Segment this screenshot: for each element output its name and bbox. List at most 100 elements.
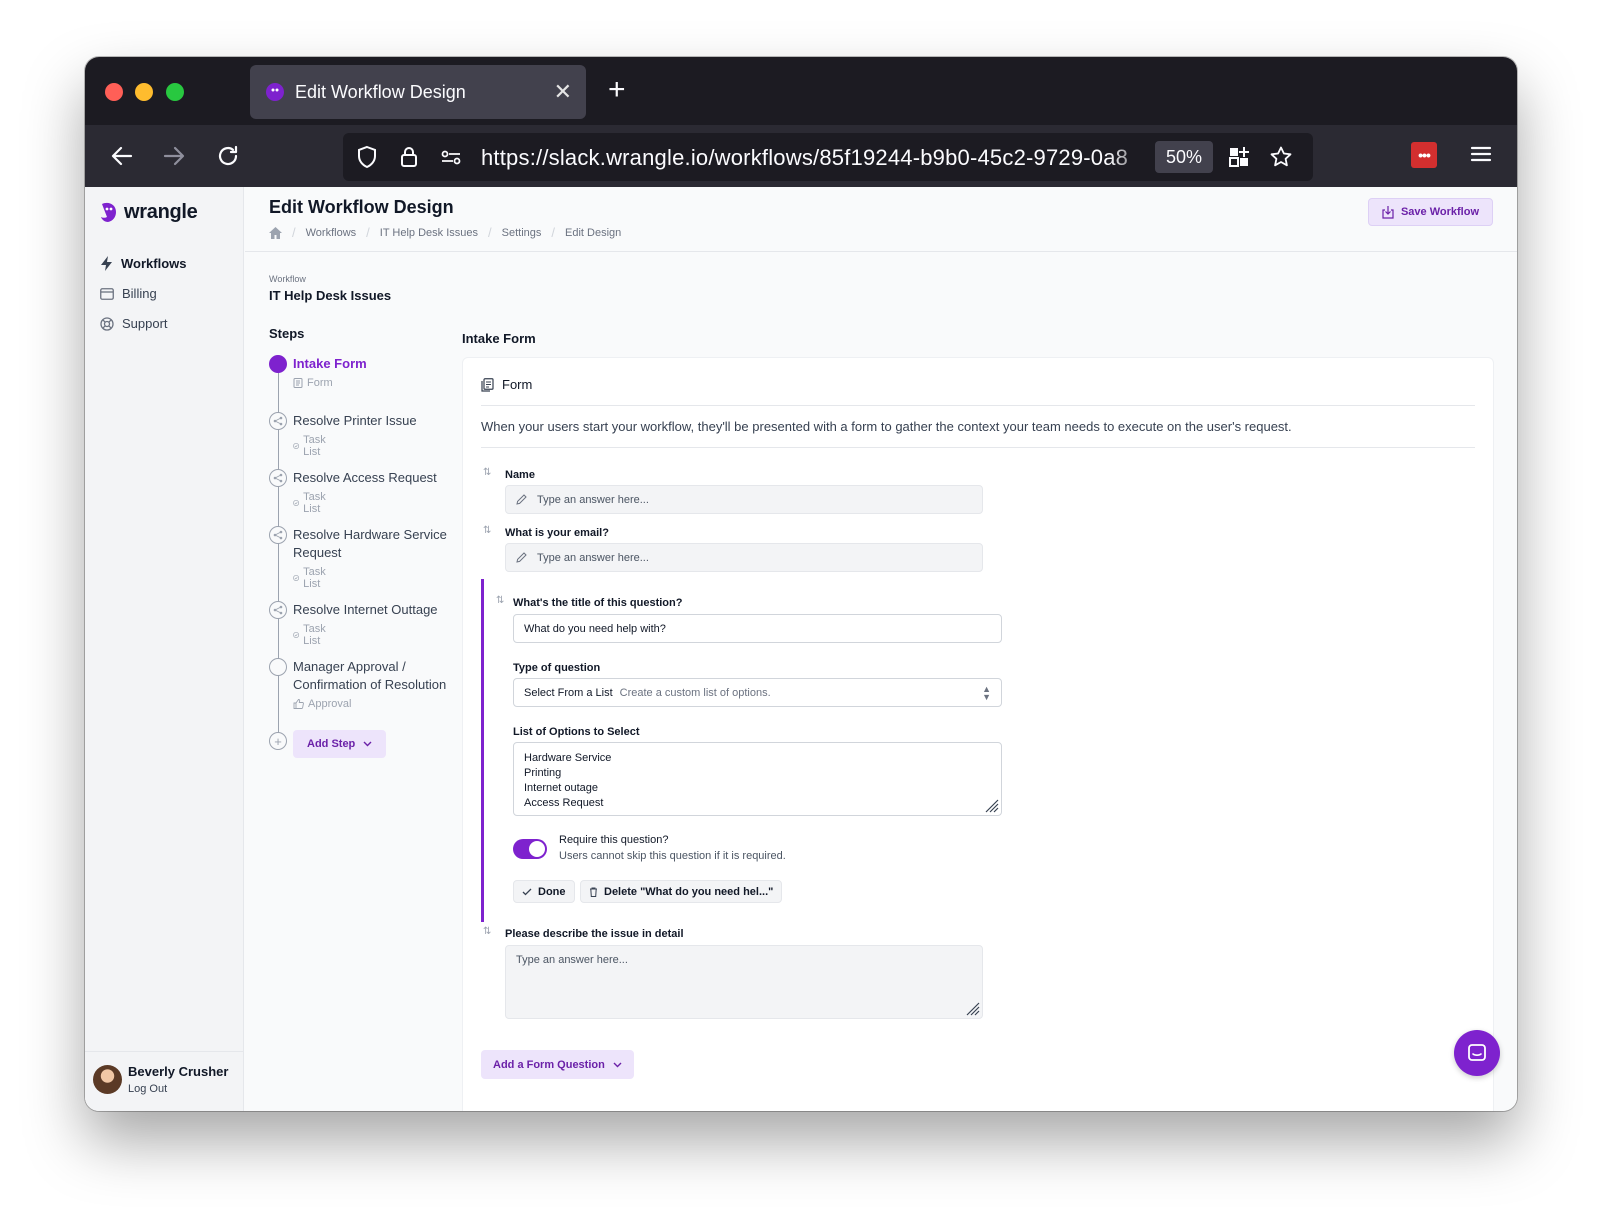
page-title: Edit Workflow Design [269, 197, 454, 217]
forward-icon[interactable] [157, 139, 191, 173]
pencil-icon [516, 552, 527, 563]
breadcrumb-workflows[interactable]: Workflows [306, 227, 357, 239]
share-icon [269, 601, 287, 619]
breadcrumb-edit-design[interactable]: Edit Design [565, 227, 621, 239]
trash-icon [590, 887, 597, 897]
app-content: wrangle Workflows Billing Support Beverl… [85, 187, 1517, 1111]
close-tab-icon[interactable]: ✕ [554, 81, 572, 103]
bookmark-star-icon[interactable] [1269, 145, 1293, 169]
address-bar[interactable]: https://slack.wrangle.io/workflows/85f19… [343, 133, 1313, 181]
require-hint: Users cannot skip this question if it is… [559, 850, 786, 862]
step-active-indicator [269, 355, 287, 373]
step-type: Form [293, 377, 333, 389]
chevron-down-icon [363, 741, 372, 747]
new-tab-icon[interactable]: + [608, 75, 626, 105]
resize-handle-icon[interactable] [964, 1000, 980, 1016]
sidebar-item-label: Billing [122, 286, 157, 301]
step-indicator [269, 658, 287, 676]
add-form-question-button[interactable]: Add a Form Question [481, 1050, 634, 1079]
form-description: When your users start your workflow, the… [481, 419, 1292, 434]
sidebar: wrangle Workflows Billing Support Beverl… [85, 187, 244, 1111]
form-card: Form When your users start your workflow… [462, 357, 1494, 1111]
sidebar-item-billing[interactable]: Billing [100, 286, 157, 301]
chat-support-button[interactable] [1454, 1030, 1500, 1076]
drag-handle-icon[interactable]: ⇅ [496, 595, 504, 606]
question-type-value: Select From a List [524, 686, 613, 699]
chat-icon [1468, 1044, 1486, 1061]
drag-handle-icon[interactable]: ⇅ [483, 525, 491, 536]
sidebar-item-support[interactable]: Support [100, 316, 168, 331]
tab-title: Edit Workflow Design [295, 81, 466, 102]
pencil-icon [516, 494, 527, 505]
breadcrumb-settings[interactable]: Settings [502, 227, 542, 239]
step-name: Resolve Hardware Service Request [293, 527, 447, 560]
question-type-select[interactable]: Select From a List Create a custom list … [513, 678, 1002, 707]
step-type: Task List [293, 623, 330, 647]
credit-card-icon [100, 287, 114, 300]
shield-icon[interactable] [355, 145, 379, 169]
close-window-button[interactable] [105, 83, 123, 101]
thumbs-up-icon [293, 699, 304, 709]
maximize-window-button[interactable] [166, 83, 184, 101]
title-field-label: What's the title of this question? [513, 597, 683, 609]
done-button[interactable]: Done [513, 880, 575, 903]
title-bar: Edit Workflow Design ✕ + [85, 57, 1517, 125]
add-step-button[interactable]: Add Step [293, 730, 387, 758]
reload-icon[interactable] [211, 139, 245, 173]
lifebuoy-icon [100, 316, 114, 331]
answer-textarea-preview[interactable]: Type an answer here... [505, 945, 983, 1019]
save-workflow-button[interactable]: Save Workflow [1367, 198, 1493, 226]
url-text[interactable]: https://slack.wrangle.io/workflows/85f19… [481, 145, 1149, 171]
lock-icon[interactable] [397, 145, 421, 169]
wrangle-logo[interactable]: wrangle [98, 200, 198, 224]
answer-placeholder: Type an answer here... [537, 551, 649, 564]
answer-preview[interactable]: Type an answer here... [505, 485, 983, 514]
step-type-label: Task List [303, 566, 326, 590]
breadcrumb-separator: / [366, 225, 370, 240]
check-circle-icon [293, 632, 300, 638]
browser-window: Edit Workflow Design ✕ + https://slack.w… [85, 57, 1517, 1111]
logout-link[interactable]: Log Out [128, 1083, 167, 1095]
menu-icon[interactable] [1469, 142, 1493, 171]
minimize-window-button[interactable] [135, 83, 153, 101]
step-type: Task List [293, 566, 330, 590]
drag-handle-icon[interactable]: ⇅ [483, 926, 491, 937]
card-title: Form [502, 377, 533, 392]
chevron-down-icon [613, 1062, 622, 1067]
zoom-level[interactable]: 50% [1155, 141, 1213, 173]
permissions-icon[interactable] [439, 145, 463, 169]
navigation-bar: https://slack.wrangle.io/workflows/85f19… [85, 125, 1517, 187]
home-icon[interactable] [269, 226, 282, 239]
back-icon[interactable] [105, 139, 139, 173]
question-type-hint: Create a custom list of options. [619, 686, 771, 699]
option-item: Internet outage [524, 782, 599, 794]
delete-question-button[interactable]: Delete "What do you need hel..." [580, 880, 783, 903]
breadcrumb-separator: / [488, 225, 492, 240]
answer-preview[interactable]: Type an answer here... [505, 543, 983, 572]
breadcrumb-workflow[interactable]: IT Help Desk Issues [380, 227, 478, 239]
question-label: What is your email? [505, 527, 609, 539]
require-toggle[interactable] [513, 839, 547, 859]
sidebar-item-workflows[interactable]: Workflows [100, 256, 187, 271]
options-textarea[interactable]: Hardware Service Printing Internet outag… [513, 742, 1002, 816]
card-header: Form [481, 377, 532, 392]
resize-handle-icon[interactable] [983, 797, 999, 813]
share-icon [269, 526, 287, 544]
toggle-knob [529, 841, 545, 857]
step-name: Resolve Printer Issue [293, 413, 417, 428]
question-title-input[interactable]: What do you need help with? [513, 614, 1002, 643]
select-caret-icon: ▲ ▼ [982, 684, 991, 702]
save-icon [1382, 205, 1394, 219]
workflow-name: IT Help Desk Issues [269, 288, 392, 303]
password-manager-icon[interactable]: ••• [1411, 142, 1437, 168]
option-item: Hardware Service [524, 752, 612, 764]
user-name: Beverly Crusher [128, 1064, 229, 1079]
extensions-grid-icon[interactable] [1227, 145, 1251, 169]
drag-handle-icon[interactable]: ⇅ [483, 467, 491, 478]
avatar[interactable] [93, 1065, 122, 1094]
browser-tab[interactable]: Edit Workflow Design ✕ [250, 65, 586, 119]
step-type-label: Task List [303, 434, 326, 458]
delete-label: Delete "What do you need hel..." [604, 885, 774, 898]
answer-placeholder: Type an answer here... [537, 493, 649, 506]
user-profile: Beverly Crusher Log Out [85, 1051, 244, 1111]
